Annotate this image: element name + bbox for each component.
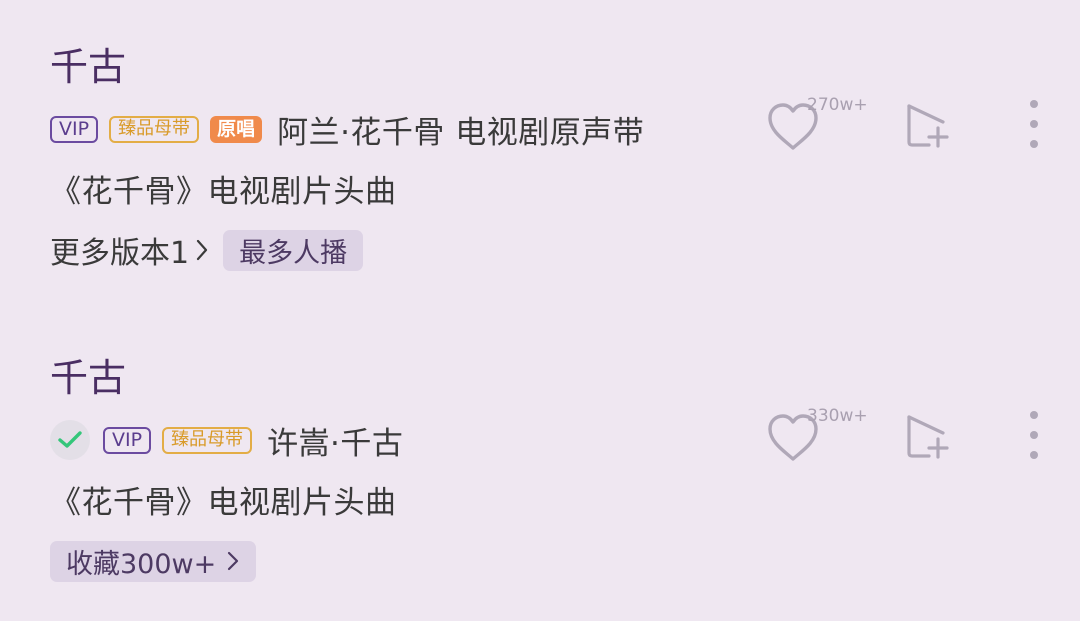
song-list: 千古 VIP 臻品母带 原唱 阿兰·花千骨 电视剧原声带 《花千骨》电视剧片头曲… xyxy=(0,0,1080,621)
more-vertical-icon[interactable] xyxy=(1024,409,1044,461)
add-to-playlist-icon[interactable] xyxy=(905,411,955,461)
song-actions: 270w+ xyxy=(0,0,1080,300)
song-item[interactable]: 千古 VIP 臻品母带 原唱 阿兰·花千骨 电视剧原声带 《花千骨》电视剧片头曲… xyxy=(0,0,1080,300)
add-to-playlist-icon[interactable] xyxy=(905,100,955,150)
like-count: 270w+ xyxy=(807,95,868,115)
like-count: 330w+ xyxy=(807,406,868,426)
more-vertical-icon[interactable] xyxy=(1024,98,1044,150)
song-item[interactable]: 千古 VIP 臻品母带 许嵩·千古 《花千骨》电视剧片头曲 收藏300w+ 33… xyxy=(0,311,1080,611)
song-actions: 330w+ xyxy=(0,311,1080,611)
